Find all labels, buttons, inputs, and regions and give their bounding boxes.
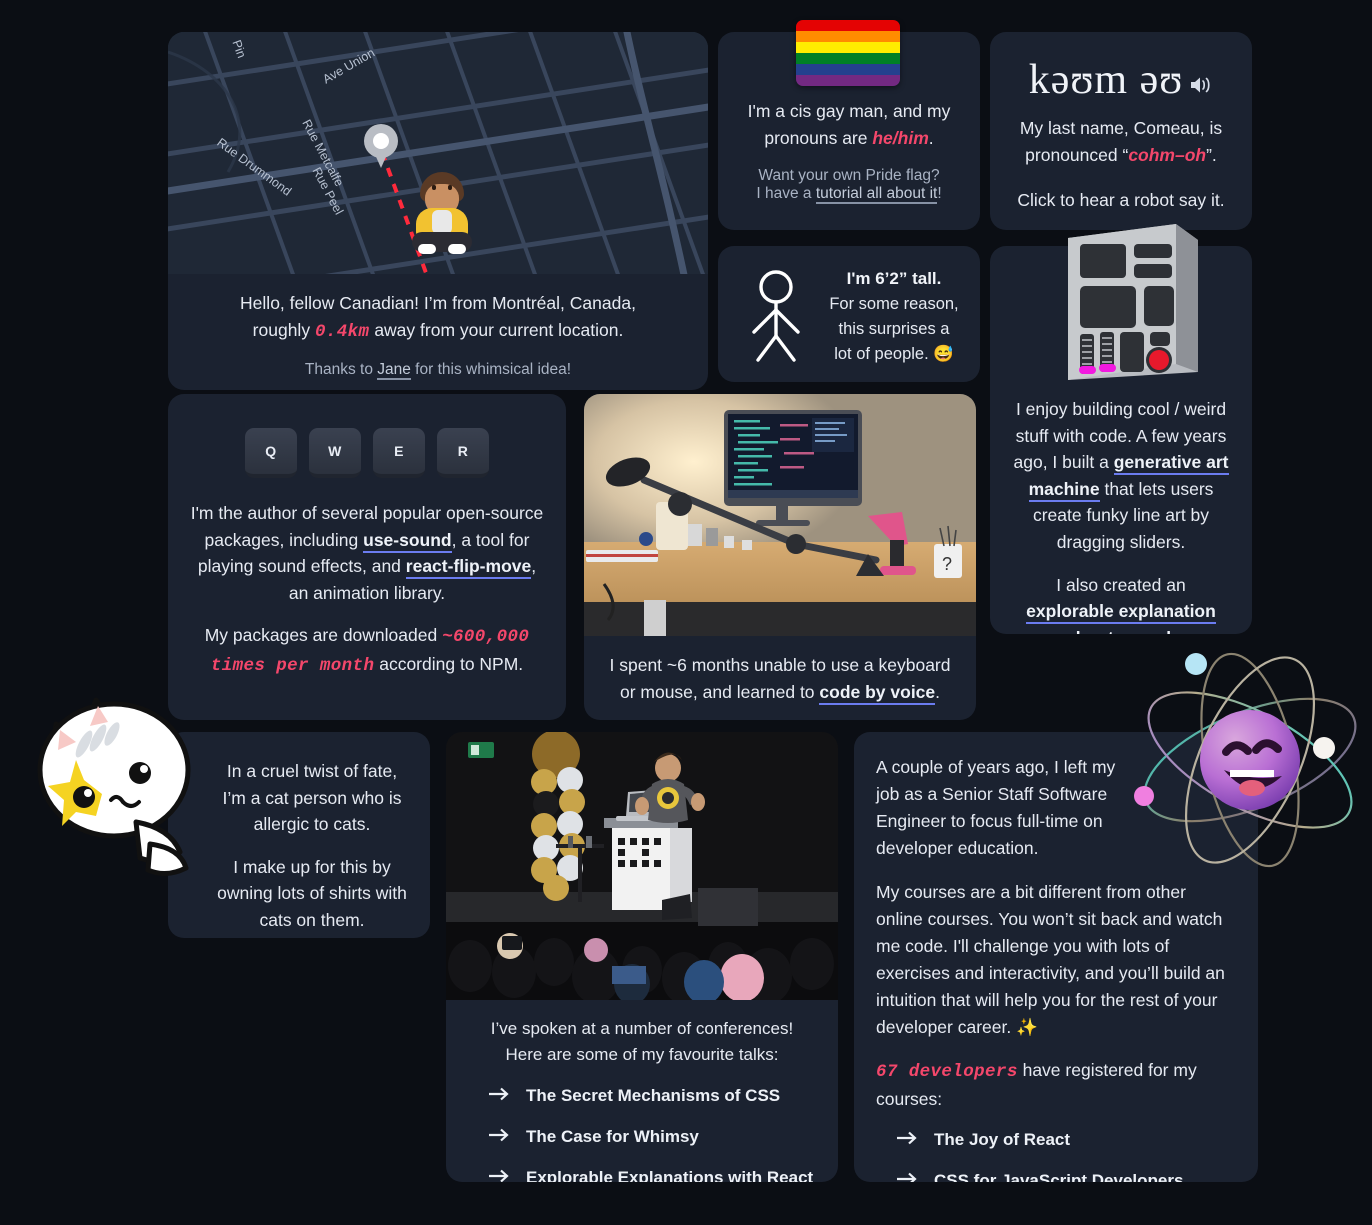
arrow-right-icon (896, 1171, 918, 1182)
use-sound-link[interactable]: use-sound (363, 529, 452, 553)
key-r[interactable]: R (437, 428, 489, 478)
pronunciation-hint: Click to hear a robot say it. (1017, 189, 1225, 210)
packages-paragraph-1: I'm the author of several popular open-s… (190, 503, 544, 603)
courses-paragraph-1: A couple of years ago, I left my job as … (876, 757, 1116, 859)
distance-value: 0.4km (314, 321, 370, 342)
list-item[interactable]: Explorable Explanations with React (488, 1168, 816, 1182)
packages-paragraph-2: My packages are downloaded ~600,000 time… (204, 625, 530, 676)
pride-tutorial-link[interactable]: tutorial all about it (815, 185, 938, 205)
explorable-sound-link[interactable]: explorable explanation about sound (1026, 601, 1216, 634)
arrow-right-icon (488, 1168, 510, 1182)
arrow-right-icon (896, 1130, 918, 1150)
courses-list: The Joy of React CSS for JavaScript Deve… (876, 1130, 1236, 1183)
height-bold-line: I'm 6’2” tall. (846, 269, 942, 288)
list-item[interactable]: The Joy of React (896, 1130, 1236, 1150)
desk-photo-imac-microphone: ? (584, 394, 976, 636)
machine-paragraph-2: I also created an explorable explanation… (1012, 572, 1230, 634)
talk-title: The Secret Mechanisms of CSS (526, 1085, 781, 1105)
key-q[interactable]: Q (245, 428, 297, 478)
person-sitting-emoji (406, 172, 478, 256)
course-title: CSS for JavaScript Developers (934, 1170, 1184, 1183)
react-flip-move-link[interactable]: react-flip-move (405, 556, 532, 580)
registered-count: 67 developers (876, 1062, 1018, 1083)
arrow-right-icon (488, 1127, 510, 1147)
machine-paragraph-1: I enjoy building cool / weird stuff with… (1013, 399, 1229, 552)
keyboard-keys: Q W E R (190, 428, 544, 478)
code-by-voice-card: ? I spent ~6 months unable to use a keyb… (584, 394, 976, 720)
key-e[interactable]: E (373, 428, 425, 478)
list-item[interactable]: CSS for JavaScript Developers (896, 1170, 1236, 1183)
rainbow-pride-flag (796, 20, 900, 86)
cat-paragraph-1: In a cruel twist of fate, I’m a cat pers… (222, 761, 402, 835)
map-image: Pin Ave Union Rue Metcalfe Rue Peel Rue … (168, 32, 708, 274)
list-item[interactable]: The Secret Mechanisms of CSS (488, 1086, 816, 1106)
generative-art-machine-illustration (1068, 224, 1198, 380)
talks-intro-2: Here are some of my favourite talks: (505, 1044, 779, 1064)
list-item[interactable]: The Case for Whimsy (488, 1127, 816, 1147)
pronunciation-text: My last name, Comeau, is pronounced “coh… (1019, 118, 1223, 165)
location-text: Hello, fellow Canadian! I’m from Montréa… (240, 293, 636, 342)
cat-paragraph-2: I make up for this by owning lots of shi… (217, 856, 407, 930)
talks-intro-1: I’ve spoken at a number of conferences! (490, 1019, 794, 1038)
laughing-atom-illustration (1134, 652, 1357, 868)
white-cat-with-star-illustration (37, 697, 191, 876)
jane-link[interactable]: Jane (377, 361, 411, 381)
height-card: I'm 6’2” tall. For some reason, this sur… (718, 246, 980, 382)
pronounced-value: cohm–oh (1128, 144, 1207, 165)
courses-paragraph-2: My courses are a bit different from othe… (876, 881, 1225, 1038)
registered-line: 67 developers have registered for my cou… (876, 1060, 1197, 1110)
speaker-wave-icon[interactable] (1189, 59, 1213, 107)
bento-grid-page: Pin Ave Union Rue Metcalfe Rue Peel Rue … (0, 0, 1372, 1225)
credit-note: Thanks to Jane for this whimsical idea! (304, 361, 572, 381)
key-w[interactable]: W (309, 428, 361, 478)
conference-talk-photo-css-day (446, 732, 838, 1000)
pride-tutorial-note: Want your own Pride flag? I have a tutor… (756, 167, 942, 205)
open-source-packages-card: Q W E R I'm the author of several popula… (168, 394, 566, 720)
code-by-voice-link[interactable]: code by voice (819, 681, 936, 705)
pronouns-value: he/him (872, 127, 929, 148)
map-pin-icon (364, 124, 398, 168)
talks-list: The Secret Mechanisms of CSS The Case fo… (468, 1086, 816, 1182)
talk-title: The Case for Whimsy (526, 1126, 699, 1146)
talk-title: Explorable Explanations with React (526, 1167, 814, 1182)
stick-figure-icon (752, 270, 800, 362)
height-text: I'm 6’2” tall. For some reason, this sur… (820, 266, 968, 367)
desk-caption: I spent ~6 months unable to use a keyboa… (606, 652, 954, 705)
arrow-right-icon (488, 1086, 510, 1106)
pronunciation-card[interactable]: kəʊm əʊ My last name, Comeau, is pronoun… (990, 32, 1252, 230)
svg-text:?: ? (942, 554, 952, 574)
pronouns-text: I'm a cis gay man, and my pronouns are h… (747, 101, 951, 148)
ipa-pronunciation: kəʊm əʊ (1012, 56, 1230, 107)
conference-talks-card: I’ve spoken at a number of conferences! … (446, 732, 838, 1182)
course-title: The Joy of React (934, 1129, 1071, 1149)
location-card: Pin Ave Union Rue Metcalfe Rue Peel Rue … (168, 32, 708, 390)
